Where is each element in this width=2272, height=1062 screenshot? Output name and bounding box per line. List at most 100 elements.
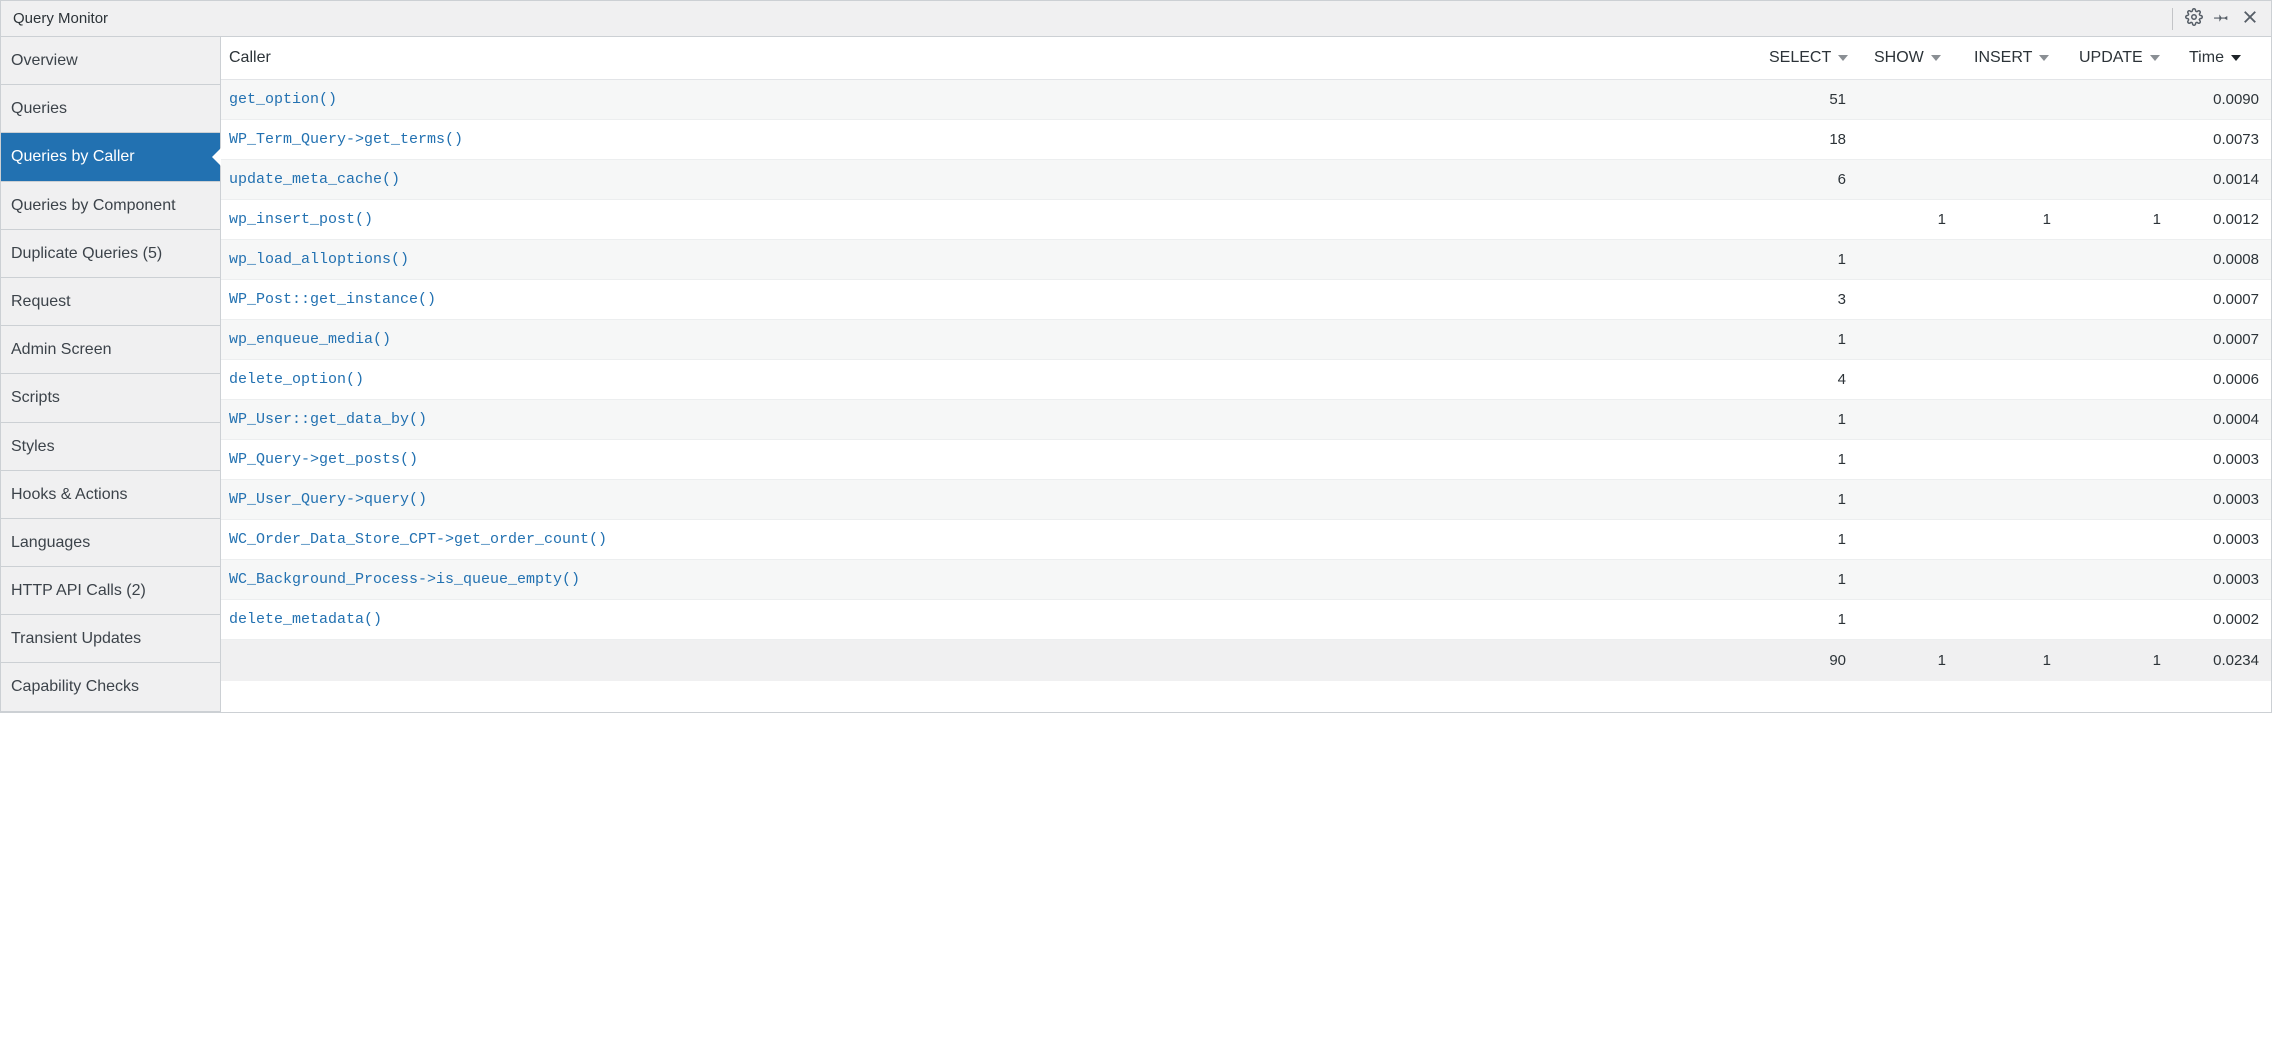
footer-select-total: 90 — [1761, 640, 1866, 682]
cell-show — [1866, 160, 1966, 200]
caller-link[interactable]: WP_User_Query->query() — [229, 491, 427, 508]
cell-insert — [1966, 440, 2071, 480]
col-header-insert[interactable]: INSERT — [1966, 37, 2071, 80]
cell-time: 0.0012 — [2181, 200, 2271, 240]
sort-desc-icon — [2230, 52, 2242, 64]
cell-insert — [1966, 240, 2071, 280]
cell-insert — [1966, 600, 2071, 640]
caller-link[interactable]: wp_enqueue_media() — [229, 331, 391, 348]
caller-link[interactable]: WP_Post::get_instance() — [229, 291, 436, 308]
sidebar-item[interactable]: Admin Screen — [1, 326, 220, 374]
cell-insert — [1966, 360, 2071, 400]
footer-insert-total: 1 — [1966, 640, 2071, 682]
cell-time: 0.0006 — [2181, 360, 2271, 400]
cell-time: 0.0003 — [2181, 520, 2271, 560]
cell-select: 3 — [1761, 280, 1866, 320]
sidebar-item[interactable]: Duplicate Queries (5) — [1, 230, 220, 278]
col-header-caller[interactable]: Caller — [221, 37, 1761, 80]
cell-caller: delete_metadata() — [221, 600, 1761, 640]
caller-link[interactable]: delete_option() — [229, 371, 364, 388]
sidebar-item[interactable]: HTTP API Calls (2) — [1, 567, 220, 615]
cell-update — [2071, 120, 2181, 160]
cell-select: 1 — [1761, 560, 1866, 600]
main-content: Caller SELECT SHOW INSERT UPDATE Time ge… — [221, 37, 2271, 712]
caller-link[interactable]: WP_Query->get_posts() — [229, 451, 418, 468]
cell-caller: get_option() — [221, 80, 1761, 120]
caller-link[interactable]: wp_load_alloptions() — [229, 251, 409, 268]
sidebar-item[interactable]: Overview — [1, 37, 220, 85]
cell-select — [1761, 200, 1866, 240]
col-header-label: SHOW — [1874, 49, 1924, 67]
sidebar-item[interactable]: Queries — [1, 85, 220, 133]
cell-time: 0.0014 — [2181, 160, 2271, 200]
cell-insert — [1966, 280, 2071, 320]
table-row: wp_load_alloptions()10.0008 — [221, 240, 2271, 280]
table-row: WP_Term_Query->get_terms() 18 0.0073 — [221, 120, 2271, 160]
cell-time: 0.0007 — [2181, 320, 2271, 360]
caller-link[interactable]: wp_insert_post() — [229, 211, 373, 228]
cell-select: 4 — [1761, 360, 1866, 400]
col-header-time[interactable]: Time — [2181, 37, 2271, 80]
sidebar-item[interactable]: Scripts — [1, 374, 220, 422]
pin-button[interactable] — [2211, 8, 2233, 30]
filter-icon — [2149, 52, 2161, 64]
cell-select: 18 — [1761, 120, 1866, 160]
titlebar-separator — [2172, 8, 2173, 30]
sidebar-item[interactable]: Styles — [1, 423, 220, 471]
caller-link[interactable]: WC_Background_Process->is_queue_empty() — [229, 571, 580, 588]
titlebar-actions — [2170, 8, 2263, 30]
sidebar-item[interactable]: Languages — [1, 519, 220, 567]
settings-button[interactable] — [2183, 8, 2205, 30]
cell-caller: WP_Post::get_instance() — [221, 280, 1761, 320]
cell-show — [1866, 440, 1966, 480]
cell-time: 0.0073 — [2181, 120, 2271, 160]
sidebar-item[interactable]: Queries by Caller — [1, 133, 220, 181]
col-header-label: INSERT — [1974, 49, 2032, 67]
cell-time: 0.0003 — [2181, 560, 2271, 600]
col-header-select[interactable]: SELECT — [1761, 37, 1866, 80]
cell-caller: update_meta_cache() — [221, 160, 1761, 200]
caller-link[interactable]: WC_Order_Data_Store_CPT->get_order_count… — [229, 531, 607, 548]
col-header-update[interactable]: UPDATE — [2071, 37, 2181, 80]
table-row: WC_Background_Process->is_queue_empty() 1… — [221, 560, 2271, 600]
table-header-row: Caller SELECT SHOW INSERT UPDATE Time — [221, 37, 2271, 80]
sidebar-item[interactable]: Queries by Component — [1, 182, 220, 230]
sidebar-item[interactable]: Capability Checks — [1, 663, 220, 711]
cell-update: 1 — [2071, 200, 2181, 240]
cell-insert — [1966, 400, 2071, 440]
cell-caller: WC_Order_Data_Store_CPT->get_order_count… — [221, 520, 1761, 560]
filter-icon — [1837, 52, 1849, 64]
cell-caller: WC_Background_Process->is_queue_empty() — [221, 560, 1761, 600]
cell-show — [1866, 80, 1966, 120]
cell-time: 0.0002 — [2181, 600, 2271, 640]
cell-show — [1866, 520, 1966, 560]
caller-link[interactable]: WP_User::get_data_by() — [229, 411, 427, 428]
cell-update — [2071, 80, 2181, 120]
cell-select: 6 — [1761, 160, 1866, 200]
sidebar-item[interactable]: Request — [1, 278, 220, 326]
table-row: get_option()510.0090 — [221, 80, 2271, 120]
sidebar-item[interactable]: Hooks & Actions — [1, 471, 220, 519]
col-header-show[interactable]: SHOW — [1866, 37, 1966, 80]
cell-show — [1866, 560, 1966, 600]
cell-update — [2071, 360, 2181, 400]
cell-time: 0.0003 — [2181, 480, 2271, 520]
table-row: wp_insert_post()1110.0012 — [221, 200, 2271, 240]
cell-show — [1866, 280, 1966, 320]
sidebar-item[interactable]: Transient Updates — [1, 615, 220, 663]
caller-link[interactable]: update_meta_cache() — [229, 171, 400, 188]
cell-update — [2071, 400, 2181, 440]
caller-link[interactable]: delete_metadata() — [229, 611, 382, 628]
queries-by-caller-table: Caller SELECT SHOW INSERT UPDATE Time ge… — [221, 37, 2271, 681]
caller-link[interactable]: get_option() — [229, 91, 337, 108]
cell-update — [2071, 560, 2181, 600]
close-button[interactable] — [2239, 8, 2261, 30]
cell-update — [2071, 440, 2181, 480]
footer-show-total: 1 — [1866, 640, 1966, 682]
cell-time: 0.0008 — [2181, 240, 2271, 280]
caller-link[interactable]: WP_Term_Query->get_terms() — [229, 131, 463, 148]
table-row: wp_enqueue_media()10.0007 — [221, 320, 2271, 360]
cell-insert — [1966, 320, 2071, 360]
cell-update — [2071, 320, 2181, 360]
cell-update — [2071, 480, 2181, 520]
